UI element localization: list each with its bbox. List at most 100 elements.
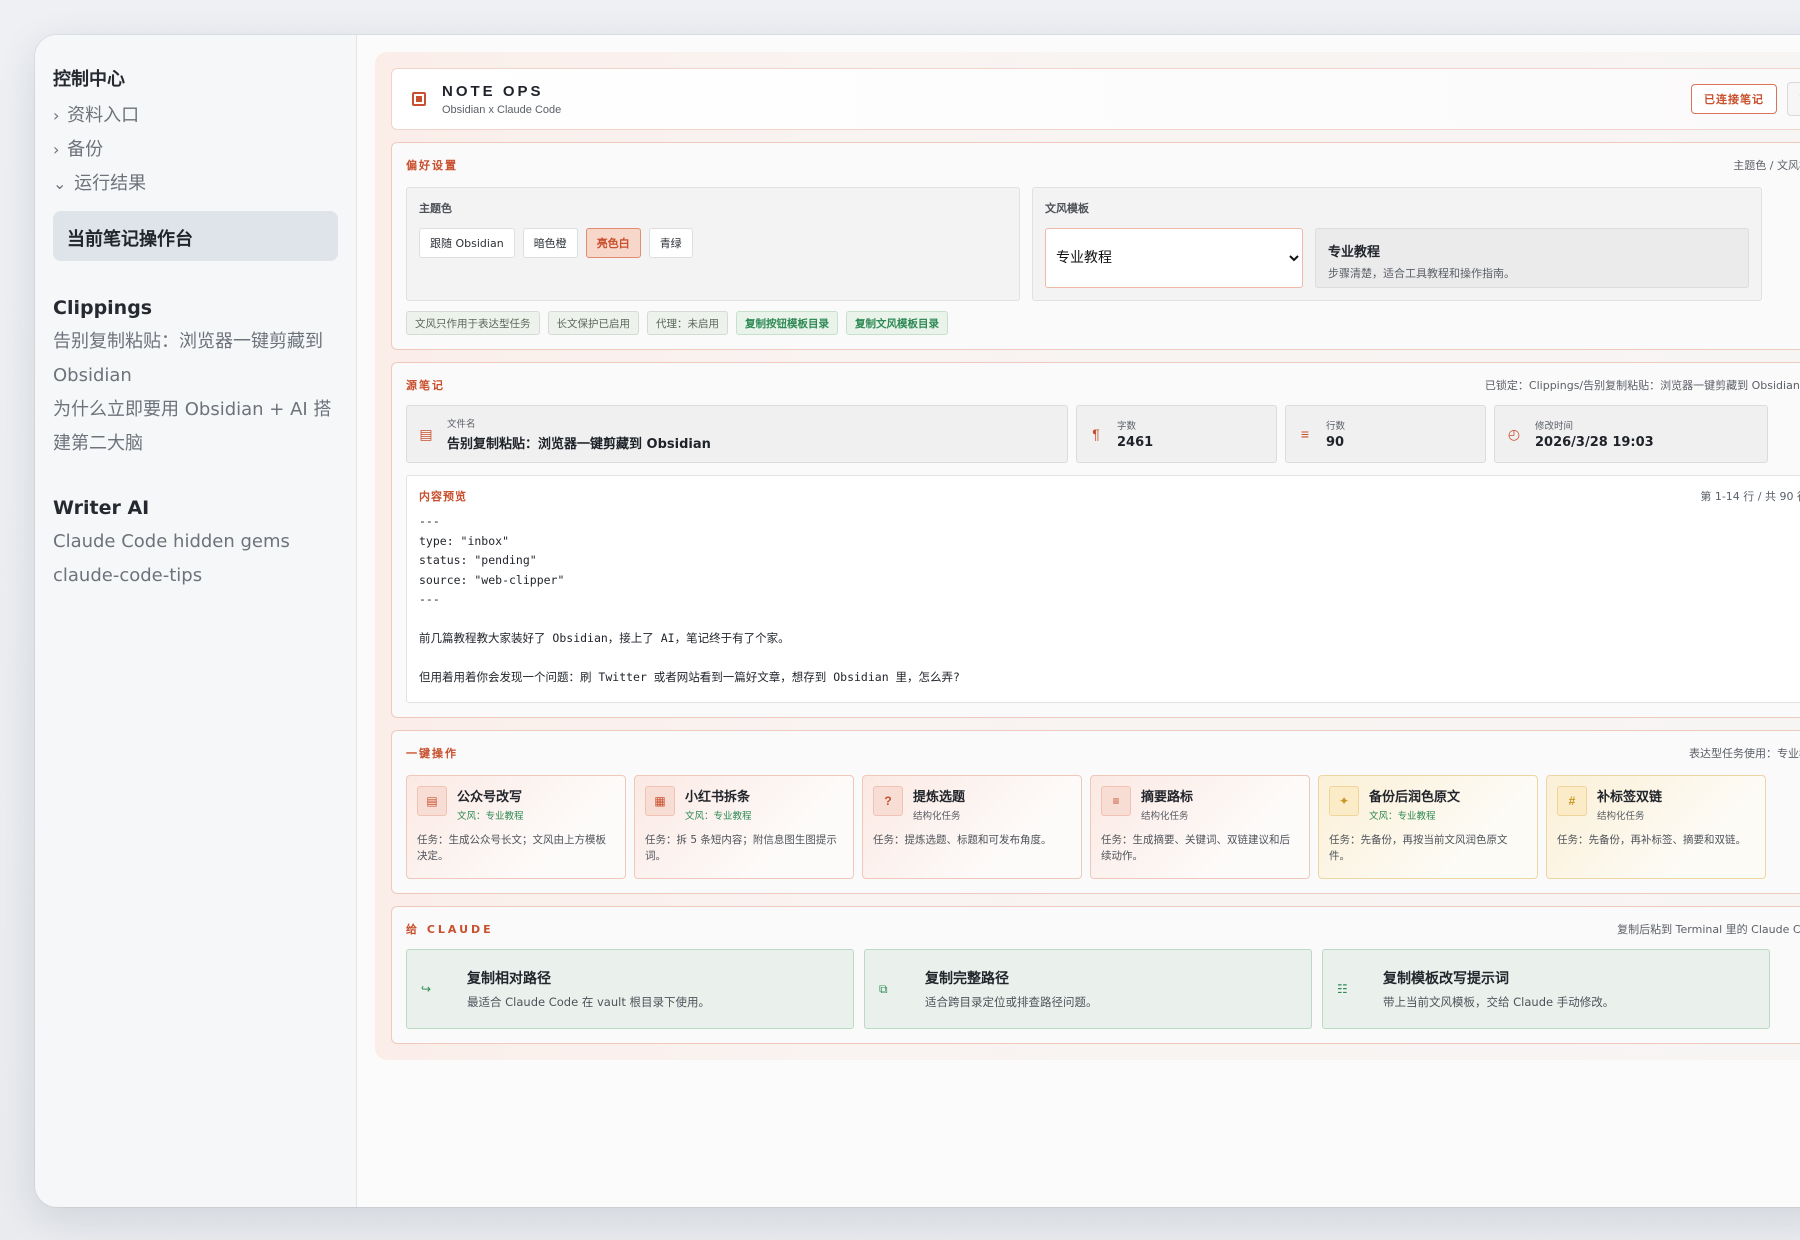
- status-tag: 文风只作用于表达型任务: [406, 311, 540, 335]
- template-select[interactable]: 专业教程: [1045, 228, 1303, 288]
- sidebar-note-link[interactable]: Claude Code hidden gems: [53, 525, 338, 559]
- section-hint: 表达型任务使用：专业教程: [1689, 747, 1800, 760]
- action-desc: 任务：拆 5 条短内容；附信息图生图提示词。: [645, 834, 837, 862]
- preview-line: type: "inbox": [419, 533, 510, 548]
- article-icon: ▤: [417, 786, 447, 816]
- meta-filename: ▤ 文件名告别复制粘贴：浏览器一键剪藏到 Obsidian: [406, 405, 1068, 463]
- copy-full-path-button[interactable]: ⧉ 复制完整路径 适合跨目录定位或排查路径问题。: [864, 949, 1312, 1029]
- file-icon: ▤: [419, 425, 433, 442]
- modified-value: 2026/3/28 19:03: [1535, 435, 1654, 450]
- source-note-card: 源笔记 已锁定：Clippings/告别复制粘贴：浏览器一键剪藏到 Obsidi…: [391, 362, 1800, 718]
- action-desc: 任务：提炼选题、标题和可发布角度。: [873, 834, 1052, 846]
- brand-title: NOTE OPS: [442, 82, 544, 100]
- claude-action-name: 复制模板改写提示词: [1383, 971, 1509, 987]
- action-extract-topics[interactable]: ? 提炼选题结构化任务 任务：提炼选题、标题和可发布角度。: [862, 775, 1082, 879]
- sidebar-note-link[interactable]: 告别复制粘贴：浏览器一键剪藏到 Obsidian: [53, 325, 338, 393]
- copy-style-template-dir[interactable]: 复制文风模板目录: [846, 311, 948, 335]
- copy-template-prompt-button[interactable]: ☷ 复制模板改写提示词带上当前文风模板，交给 Claude 手动修改。: [1322, 949, 1770, 1029]
- claude-action-desc: 带上当前文风模板，交给 Claude 手动修改。: [1383, 995, 1615, 1009]
- action-desc: 任务：先备份，再补标签、摘要和双链。: [1557, 834, 1746, 846]
- sidebar-item-label: 备份: [67, 139, 104, 160]
- action-name: 小红书拆条: [685, 790, 751, 805]
- action-desc: 任务：生成公众号长文；文风由上方模板决定。: [417, 834, 606, 862]
- sidebar-note-link[interactable]: 为什么立即要用 Obsidian + AI 搭建第二大脑: [53, 393, 338, 461]
- refresh-button[interactable]: ↻: [1787, 82, 1800, 116]
- sidebar-item-label: 运行结果: [74, 173, 147, 194]
- actions-card: 一键操作 表达型任务使用：专业教程 ▤ 公众号改写文风：专业教程 任务：生成公众号…: [391, 730, 1800, 894]
- action-backup-polish[interactable]: ✦ 备份后润色原文 文风：专业教程 任务：先备份，再按当前文风润色原文件。: [1318, 775, 1538, 879]
- sidebar-item-results[interactable]: ⌄ 运行结果: [53, 167, 338, 201]
- action-sub: 文风：专业教程: [685, 811, 752, 822]
- copy-relative-path-button[interactable]: ↪ 复制相对路径最适合 Claude Code 在 vault 根目录下使用。: [406, 949, 854, 1029]
- connected-note-button[interactable]: 已连接笔记: [1691, 84, 1777, 114]
- theme-option-light-white[interactable]: 亮色白: [585, 228, 641, 258]
- preview-range: 第 1-14 行 / 共 90 行: [1700, 490, 1800, 503]
- meta-lines: ≡ 行数 90: [1285, 405, 1486, 463]
- section-label: 源笔记: [406, 379, 445, 392]
- action-desc: 任务：先备份，再按当前文风润色原文件。: [1329, 834, 1508, 862]
- section-label: 给 CLAUDE: [406, 923, 494, 936]
- copy-button-template-dir[interactable]: 复制按钮模板目录: [736, 311, 838, 335]
- sidebar-title: 控制中心: [53, 69, 125, 90]
- main-area: NOTE OPS Obsidian x Claude Code 已连接笔记 ↻ …: [357, 35, 1800, 1207]
- redirect-arrow-icon: ↪: [421, 982, 432, 996]
- claude-card: 给 CLAUDE 复制后粘到 Terminal 里的 Claude Code ↪…: [391, 906, 1800, 1044]
- theme-pane: 主题色 跟随 Obsidian 暗色橙 亮色白 青绿: [406, 187, 1020, 301]
- chevron-down-icon: ⌄: [53, 174, 67, 193]
- template-name: 专业教程: [1328, 245, 1381, 260]
- meta-modified: ◴ 修改时间 2026/3/28 19:03: [1494, 405, 1768, 463]
- section-label: 一键操作: [406, 747, 458, 760]
- status-tag: 长文保护已启用: [547, 311, 639, 335]
- claude-action-name: 复制相对路径: [467, 971, 551, 987]
- template-pane: 文风模板 专业教程 专业教程 步骤清楚，适合工具教程和操作指南。: [1032, 187, 1762, 301]
- action-sub: 文风：专业教程: [457, 811, 524, 822]
- claude-action-desc: 最适合 Claude Code 在 vault 根目录下使用。: [467, 995, 710, 1009]
- action-xiaohongshu-split[interactable]: ▦ 小红书拆条文风：专业教程 任务：拆 5 条短内容；附信息图生图提示词。: [634, 775, 854, 879]
- action-sub: 结构化任务: [913, 811, 961, 822]
- prompt-list-icon: ☷: [1337, 982, 1348, 996]
- sidebar-section-writer-ai: Writer AI: [53, 497, 150, 519]
- locked-path: 已锁定：Clippings/告别复制粘贴：浏览器一键剪藏到 Obsidian.m…: [1484, 379, 1800, 392]
- template-desc-text: 步骤清楚，适合工具教程和操作指南。: [1328, 267, 1515, 280]
- filename-value: 告别复制粘贴：浏览器一键剪藏到 Obsidian: [447, 437, 711, 452]
- preview-line: status: "pending": [419, 553, 537, 567]
- preview-line: ---: [419, 592, 440, 606]
- sidebar-section-clippings: Clippings: [53, 297, 153, 319]
- action-name: 补标签双链: [1597, 790, 1663, 805]
- status-tag: 代理：未启用: [647, 311, 728, 335]
- chevron-right-icon: ›: [53, 140, 60, 159]
- theme-option-dark-orange[interactable]: 暗色橙: [522, 228, 578, 258]
- meta-words: ¶ 字数 2461: [1076, 405, 1277, 463]
- claude-action-name: 复制完整路径: [925, 971, 1009, 987]
- question-icon: ?: [873, 786, 903, 816]
- meta-label: 修改时间: [1535, 421, 1574, 432]
- sidebar: 控制中心 › 资料入口 › 备份 ⌄ 运行结果 当前笔记操作台 Clipping…: [35, 35, 357, 1207]
- section-hint: 复制后粘到 Terminal 里的 Claude Code: [1617, 923, 1800, 936]
- sidebar-item-backup[interactable]: › 备份: [53, 133, 338, 167]
- action-wechat-rewrite[interactable]: ▤ 公众号改写 文风：专业教程 任务：生成公众号长文；文风由上方模板决定。: [406, 775, 626, 879]
- sidebar-item-sources[interactable]: › 资料入口: [53, 99, 338, 133]
- preview-line: source: "web-clipper": [419, 572, 565, 587]
- preview-line: [419, 649, 1800, 669]
- action-tags-backlinks[interactable]: # 补标签双链 结构化任务 任务：先备份，再补标签、摘要和双链。: [1546, 775, 1766, 879]
- preview-line: ---: [419, 514, 440, 528]
- grid-icon: ▦: [645, 786, 675, 816]
- sidebar-item-active-console[interactable]: 当前笔记操作台: [53, 211, 338, 261]
- console-board: NOTE OPS Obsidian x Claude Code 已连接笔记 ↻ …: [375, 52, 1800, 1060]
- action-summary-signpost[interactable]: ≡ 摘要路标 结构化任务 任务：生成摘要、关键词、双链建议和后续动作。: [1090, 775, 1310, 879]
- sidebar-item-label: 资料入口: [67, 105, 140, 126]
- theme-option-teal[interactable]: 青绿: [648, 228, 693, 258]
- pilcrow-icon: ¶: [1092, 426, 1100, 442]
- meta-label: 文件名: [447, 419, 476, 430]
- meta-label: 行数: [1326, 421, 1346, 432]
- section-hint: 主题色 / 文风模板: [1733, 159, 1800, 172]
- action-name: 提炼选题: [913, 790, 966, 805]
- action-sub: 文风：专业教程: [1369, 811, 1436, 822]
- content-preview: 内容预览 第 1-14 行 / 共 90 行 --- type: "inbox" s…: [406, 475, 1800, 703]
- theme-option-follow-obsidian[interactable]: 跟随 Obsidian: [419, 228, 515, 258]
- claude-action-desc: 适合跨目录定位或排查路径问题。: [925, 995, 1098, 1009]
- sidebar-note-link[interactable]: claude-code-tips: [53, 559, 338, 593]
- words-value: 2461: [1117, 435, 1154, 450]
- action-sub: 结构化任务: [1597, 811, 1645, 822]
- preview-text: --- type: "inbox" status: "pending" source:…: [419, 512, 1800, 688]
